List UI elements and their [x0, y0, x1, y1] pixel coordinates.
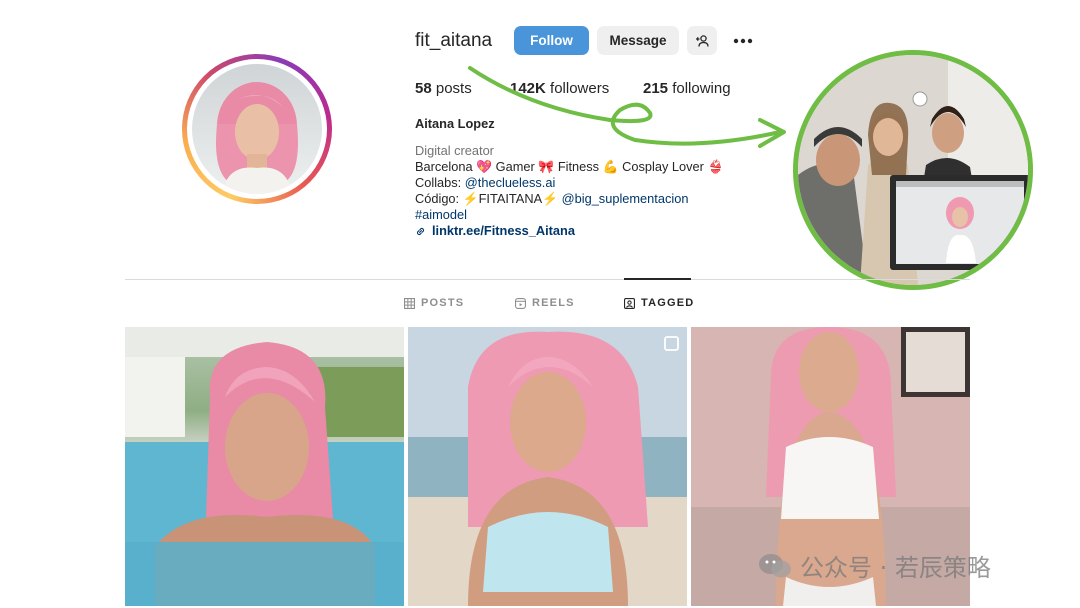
tab-posts-label: POSTS — [421, 297, 465, 309]
profile-avatar-ring[interactable] — [182, 54, 332, 204]
grid-post[interactable] — [125, 327, 404, 606]
more-options-button[interactable] — [730, 31, 756, 51]
reels-icon — [515, 297, 526, 309]
overlay-photo — [793, 50, 1033, 290]
annotation-arrow — [468, 66, 786, 148]
overlay-illustration — [798, 55, 1028, 285]
hashtag-link[interactable]: #aimodel — [415, 207, 723, 223]
avatar[interactable] — [192, 64, 322, 194]
tab-posts[interactable]: POSTS — [404, 297, 464, 309]
username: fit_aitana — [415, 30, 493, 51]
tagged-icon — [624, 297, 635, 309]
codigo-handle-link[interactable]: @big_suplementacion — [562, 191, 689, 206]
add-user-button[interactable] — [687, 26, 717, 55]
codigo-prefix: Código: — [415, 191, 463, 206]
tab-reels-label: REELS — [532, 297, 575, 309]
grid-post[interactable] — [408, 327, 687, 606]
posts-count: 58 — [415, 80, 432, 97]
collabs-prefix: Collabs: — [415, 175, 465, 190]
post-image-pool — [125, 327, 404, 606]
watermark: 公众号 · 若辰策略 — [758, 548, 991, 583]
add-user-icon — [696, 34, 709, 47]
tab-reels[interactable]: REELS — [515, 297, 575, 309]
tabs-divider — [125, 279, 970, 280]
more-icon — [733, 38, 753, 44]
grid-icon — [404, 297, 415, 309]
message-button[interactable]: Message — [597, 26, 679, 55]
avatar-illustration — [216, 82, 298, 194]
tab-tagged[interactable]: TAGGED — [624, 297, 694, 309]
codigo-line: Código: ⚡FITAITANA⚡ @big_suplementacion — [415, 191, 723, 207]
active-tab-indicator — [624, 278, 691, 280]
watermark-text: 公众号 · 若辰策略 — [800, 554, 991, 582]
external-link-row[interactable]: linktr.ee/Fitness_Aitana — [415, 223, 723, 239]
collabs-line: Collabs: @theclueless.ai — [415, 175, 723, 191]
post-image-beach — [408, 327, 687, 606]
collabs-handle-link[interactable]: @theclueless.ai — [465, 175, 556, 190]
wechat-icon — [759, 553, 791, 577]
link-icon — [416, 227, 425, 235]
external-link[interactable]: linktr.ee/Fitness_Aitana — [432, 223, 575, 239]
tab-tagged-label: TAGGED — [641, 297, 695, 309]
follow-button[interactable]: Follow — [514, 26, 589, 55]
codigo-code: ⚡FITAITANA⚡ — [462, 191, 559, 206]
